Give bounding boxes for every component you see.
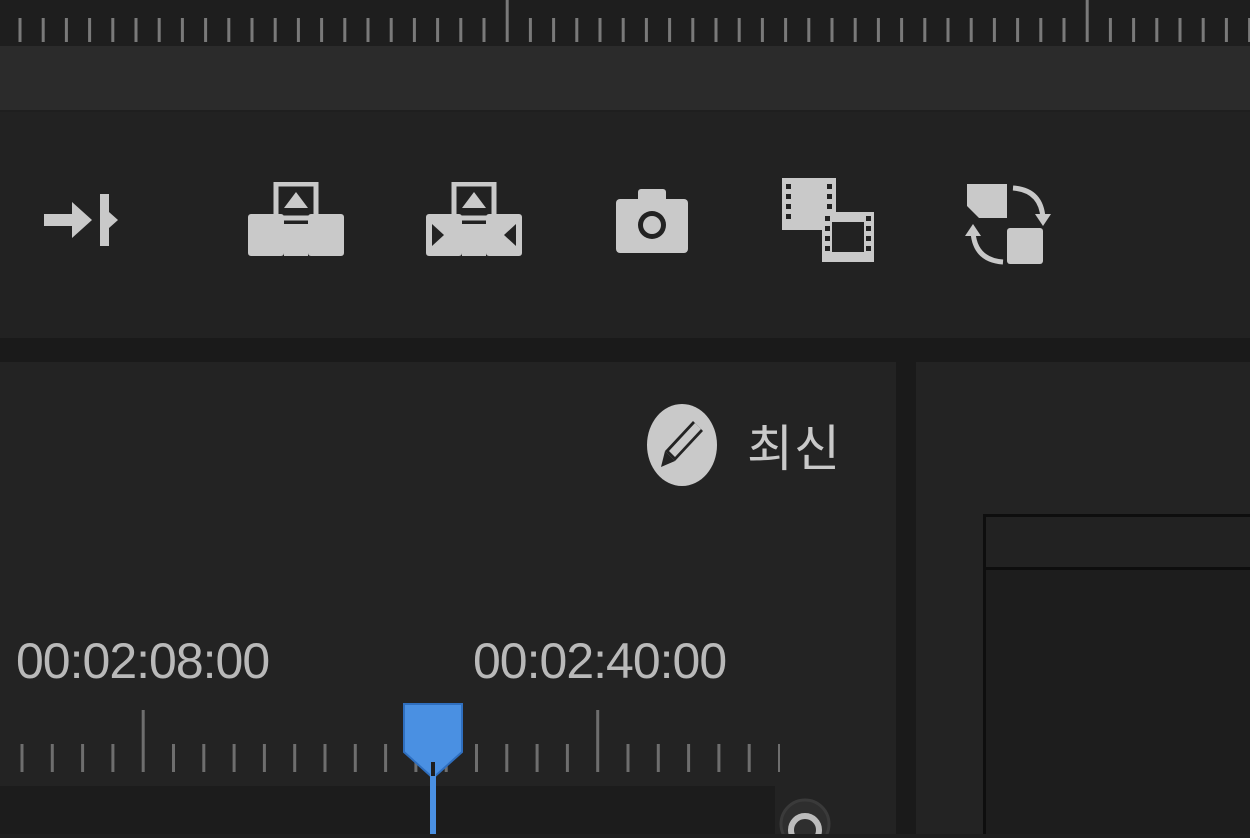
update-label[interactable]: 최신 — [747, 409, 841, 481]
top-time-ruler[interactable] — [0, 0, 1250, 46]
panel-divider-horizontal[interactable] — [0, 338, 1250, 362]
lift-button[interactable] — [240, 174, 352, 266]
program-frame-body[interactable] — [986, 570, 1250, 834]
swap-button[interactable] — [958, 174, 1058, 272]
go-to-out-point-icon — [44, 194, 118, 246]
export-frame-button[interactable] — [606, 174, 698, 266]
timeline-ruler-ticks — [20, 710, 781, 772]
extract-icon — [426, 182, 522, 256]
timecode-label: 00:02:08:00 — [16, 633, 270, 689]
extract-button[interactable] — [418, 174, 530, 266]
playhead[interactable] — [400, 700, 466, 834]
swap-icon — [965, 184, 1051, 265]
zoom-scroll-handle[interactable] — [778, 792, 832, 838]
top-scrollbar[interactable] — [0, 46, 1250, 110]
timecode-label: 00:02:40:00 — [473, 633, 727, 689]
pencil-icon[interactable] — [645, 403, 719, 487]
go-to-out-point-button[interactable] — [32, 174, 124, 266]
panel-divider-vertical[interactable] — [896, 362, 916, 834]
film-stack-icon — [782, 178, 874, 262]
camera-icon — [616, 189, 688, 253]
program-frame-header — [986, 517, 1250, 570]
timeline-ruler[interactable] — [0, 700, 781, 778]
lift-icon — [248, 182, 344, 256]
timeline-track[interactable] — [0, 786, 775, 834]
top-ruler-ticks — [18, 0, 1250, 42]
monitor-toolbar — [0, 112, 1250, 338]
update-control[interactable]: 최신 — [645, 400, 865, 490]
insert-overwrite-button[interactable] — [772, 168, 884, 272]
program-monitor-frame — [983, 514, 1250, 834]
